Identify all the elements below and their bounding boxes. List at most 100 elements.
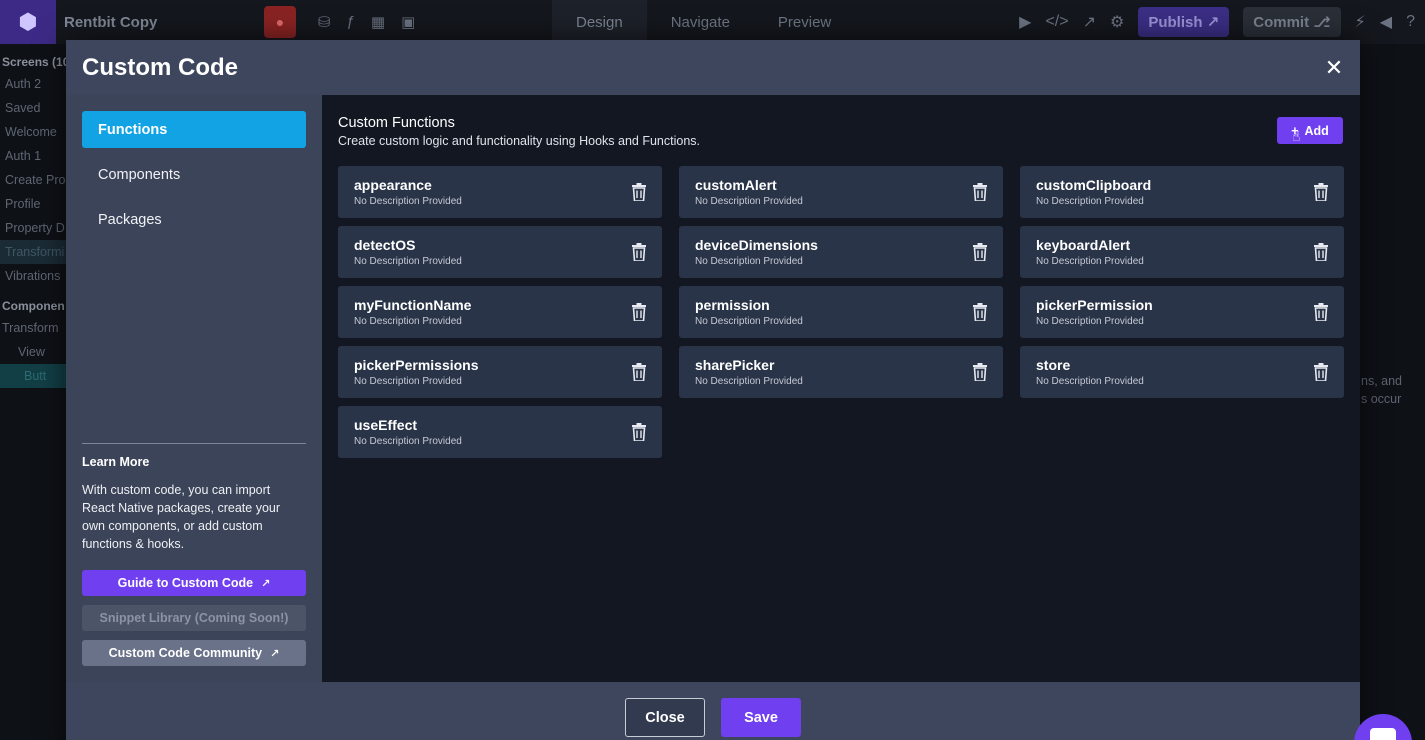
record-icon[interactable]: ●: [264, 6, 296, 38]
function-card[interactable]: detectOS No Description Provided: [338, 226, 662, 278]
function-name: appearance: [354, 177, 432, 193]
function-card[interactable]: myFunctionName No Description Provided: [338, 286, 662, 338]
function-name: pickerPermissions: [354, 357, 479, 373]
screens-header: Screens (10: [2, 55, 66, 69]
divider: [82, 443, 306, 444]
function-name: permission: [695, 297, 770, 313]
function-name: keyboardAlert: [1036, 237, 1131, 253]
function-card[interactable]: permission No Description Provided: [679, 286, 1003, 338]
screen-item[interactable]: Create Pro: [0, 168, 66, 192]
function-description: No Description Provided: [695, 256, 803, 267]
play-icon[interactable]: ▶: [1019, 12, 1031, 32]
close-icon[interactable]: ✕: [1322, 55, 1346, 81]
mode-tabs: Design Navigate Preview: [552, 0, 855, 44]
function-card[interactable]: store No Description Provided: [1020, 346, 1344, 398]
media-icon[interactable]: ▣: [401, 13, 415, 31]
trash-icon[interactable]: [973, 243, 987, 261]
function-card[interactable]: sharePicker No Description Provided: [679, 346, 1003, 398]
tab-design[interactable]: Design: [552, 0, 647, 44]
topbar-actions: ▶ </> ↗ ⚙ Publish ↗ Commit ⎇ ⚡ ◀ ?: [1019, 0, 1425, 44]
screen-item[interactable]: Auth 1: [0, 144, 66, 168]
screen-item[interactable]: Property D: [0, 216, 66, 240]
app-logo-icon[interactable]: ⬢: [0, 0, 56, 44]
app-title: Rentbit Copy: [64, 13, 158, 31]
publish-label: Publish: [1148, 13, 1203, 31]
gear-icon[interactable]: ⚙: [1110, 12, 1124, 32]
screen-item[interactable]: Profile: [0, 192, 66, 216]
trash-icon[interactable]: [632, 303, 646, 321]
function-card[interactable]: useEffect No Description Provided: [338, 406, 662, 458]
properties-text: ns, and s occur: [1361, 372, 1402, 408]
trash-icon[interactable]: [632, 423, 646, 441]
learn-more-section: Learn More With custom code, you can imp…: [82, 443, 306, 553]
functions-content: Custom Functions Create custom logic and…: [322, 95, 1360, 682]
trash-icon[interactable]: [1314, 303, 1328, 321]
content-title: Custom Functions: [338, 115, 455, 131]
function-card[interactable]: appearance No Description Provided: [338, 166, 662, 218]
function-name: deviceDimensions: [695, 237, 818, 253]
tree-item[interactable]: View: [0, 340, 66, 364]
function-description: No Description Provided: [695, 196, 803, 207]
external-link-icon: ↗: [261, 577, 271, 590]
publish-button[interactable]: Publish ↗: [1138, 7, 1230, 37]
function-description: No Description Provided: [354, 256, 462, 267]
tree-item-label: Butt: [24, 369, 47, 383]
function-name: customClipboard: [1036, 177, 1152, 193]
trash-icon[interactable]: [973, 363, 987, 381]
function-card[interactable]: pickerPermission No Description Provided: [1020, 286, 1344, 338]
share-icon[interactable]: ↗: [1083, 12, 1096, 32]
app-topbar: ⬢ Rentbit Copy ● ⛁ ƒ ▦ ▣ Design Navigate…: [0, 0, 1425, 44]
function-card[interactable]: customClipboard No Description Provided: [1020, 166, 1344, 218]
function-card[interactable]: pickerPermissions No Description Provided: [338, 346, 662, 398]
trash-icon[interactable]: [632, 183, 646, 201]
trash-icon[interactable]: [632, 363, 646, 381]
screen-item[interactable]: Saved: [0, 96, 66, 120]
bolt-icon[interactable]: ⚡: [1355, 12, 1366, 32]
tab-navigate[interactable]: Navigate: [647, 0, 754, 44]
code-icon[interactable]: </>: [1045, 13, 1068, 31]
guide-button[interactable]: Guide to Custom Code ↗: [82, 570, 306, 596]
function-name: customAlert: [695, 177, 777, 193]
community-label: Custom Code Community: [108, 646, 263, 660]
trash-icon[interactable]: [1314, 363, 1328, 381]
screen-item[interactable]: Welcome: [0, 120, 66, 144]
functions-grid: appearance No Description Provided customA…: [338, 166, 1344, 458]
nav-packages[interactable]: Packages: [82, 201, 306, 238]
screen-item[interactable]: Auth 2: [0, 72, 66, 96]
function-name: pickerPermission: [1036, 297, 1153, 313]
trash-icon[interactable]: [1314, 243, 1328, 261]
toolbar-icons: ⛁ ƒ ▦ ▣: [318, 13, 415, 31]
trash-icon[interactable]: [632, 243, 646, 261]
tab-preview[interactable]: Preview: [754, 0, 855, 44]
function-description: No Description Provided: [354, 436, 462, 447]
function-card[interactable]: customAlert No Description Provided: [679, 166, 1003, 218]
components-header: Componen: [2, 299, 65, 313]
database-icon[interactable]: ⛁: [318, 13, 331, 31]
commit-button[interactable]: Commit ⎇: [1243, 7, 1341, 37]
trash-icon[interactable]: [973, 303, 987, 321]
add-function-button[interactable]: + Add: [1277, 117, 1343, 144]
custom-code-modal: Custom Code ✕ Functions Components Packa…: [66, 40, 1360, 740]
trash-icon[interactable]: [973, 183, 987, 201]
tree-item[interactable]: Transform: [0, 316, 66, 340]
nav-components[interactable]: Components: [82, 156, 306, 193]
function-icon[interactable]: ƒ: [347, 13, 355, 31]
trash-icon[interactable]: [1314, 183, 1328, 201]
screen-item[interactable]: Vibrations: [0, 264, 66, 288]
save-button[interactable]: Save: [721, 698, 801, 737]
function-card[interactable]: keyboardAlert No Description Provided: [1020, 226, 1344, 278]
function-description: No Description Provided: [354, 316, 462, 327]
community-button[interactable]: Custom Code Community ↗: [82, 640, 306, 666]
nav-functions[interactable]: Functions: [82, 111, 306, 148]
add-label: Add: [1304, 123, 1329, 138]
assets-icon[interactable]: ▦: [371, 13, 385, 31]
screen-item-selected[interactable]: Transformi: [0, 240, 66, 264]
help-icon[interactable]: ?: [1406, 13, 1415, 31]
close-button[interactable]: Close: [625, 698, 705, 737]
modal-sidebar: Functions Components Packages Learn More…: [66, 95, 322, 682]
function-description: No Description Provided: [1036, 256, 1144, 267]
function-card[interactable]: deviceDimensions No Description Provided: [679, 226, 1003, 278]
tree-item-selected[interactable]: Butt: [0, 364, 66, 388]
megaphone-icon[interactable]: ◀: [1380, 12, 1392, 32]
learn-more-body: With custom code, you can import React N…: [82, 483, 281, 551]
